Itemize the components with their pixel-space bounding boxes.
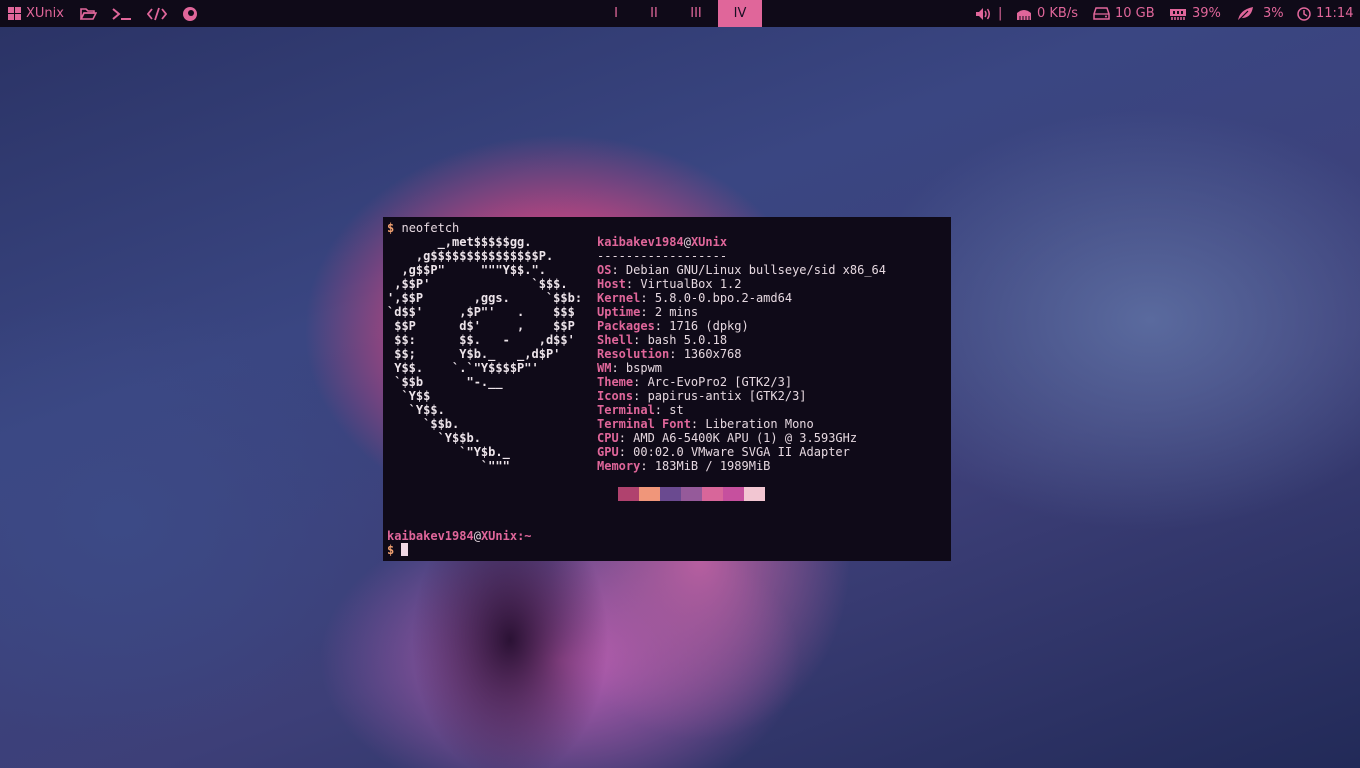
palette-swatch — [618, 487, 639, 501]
disk-free: 10 GB — [1115, 6, 1155, 21]
info-row: Kernel: 5.8.0-0.bpo.2-amd64 — [597, 291, 793, 305]
workspace-2[interactable]: II — [632, 0, 676, 27]
info-row: OS: Debian GNU/Linux bullseye/sid x86_64 — [597, 263, 886, 277]
ascii-line: `Y$$ — [387, 389, 431, 403]
palette-swatch — [681, 487, 702, 501]
hard-drive-icon — [1093, 7, 1110, 20]
start-menu-button[interactable]: XUnix — [8, 0, 64, 27]
volume-separator: | — [998, 6, 1003, 21]
ascii-line: $$: $$. - ,d$$' — [387, 333, 575, 347]
memory-chip-icon — [1170, 9, 1186, 20]
network-status: 0 KB/s — [1016, 0, 1078, 27]
info-row: Packages: 1716 (dpkg) — [597, 319, 749, 333]
palette-swatch — [723, 487, 744, 501]
memory-status: 39% — [1169, 0, 1221, 27]
info-row: GPU: 00:02.0 VMware SVGA II Adapter — [597, 445, 850, 459]
ascii-line: ,$$P' `$$$. — [387, 277, 568, 291]
cpu-status: 3% — [1236, 0, 1284, 27]
ascii-line: `""" — [387, 459, 510, 473]
palette-swatch — [744, 487, 765, 501]
clock[interactable]: 11:14 — [1297, 0, 1353, 27]
code-editor-button[interactable] — [147, 0, 167, 27]
command-line: $ neofetch — [387, 221, 459, 235]
palette-swatch — [702, 487, 723, 501]
folder-icon — [80, 7, 97, 20]
info-row: Shell: bash 5.0.18 — [597, 333, 728, 347]
prompt-line: kaibakev1984@XUnix:~ — [387, 529, 532, 543]
ascii-line: `Y$$. — [387, 403, 445, 417]
ascii-line: `$$b. — [387, 417, 460, 431]
terminal-button[interactable] — [112, 0, 132, 27]
volume-control[interactable]: | — [975, 0, 1002, 27]
ascii-line: $$; Y$b._ _,d$P' — [387, 347, 561, 361]
prompt-symbol: $ — [387, 221, 395, 235]
ascii-line: `$$b "-.__ — [387, 375, 503, 389]
info-row: Uptime: 2 mins — [597, 305, 699, 319]
workspace-3[interactable]: III — [674, 0, 718, 27]
cpu-usage: 3% — [1263, 6, 1284, 21]
ascii-line: `"Y$b._ — [387, 445, 510, 459]
terminal-icon — [112, 7, 131, 20]
info-row: Icons: papirus-antix [GTK2/3] — [597, 389, 807, 403]
username: kaibakev1984 — [597, 235, 684, 249]
input-line[interactable]: $ — [387, 543, 409, 557]
command-text: neofetch — [401, 221, 460, 235]
info-row: CPU: AMD A6-5400K APU (1) @ 3.593GHz — [597, 431, 858, 445]
firefox-icon — [183, 6, 197, 21]
info-row: Memory: 183MiB / 1989MiB — [597, 459, 771, 473]
info-row: Host: VirtualBox 1.2 — [597, 277, 742, 291]
clock-icon — [1297, 6, 1311, 21]
info-row: Terminal: st — [597, 403, 684, 417]
code-icon — [147, 7, 167, 20]
disk-status: 10 GB — [1093, 0, 1155, 27]
ascii-line: $$P d$' , $$P — [387, 319, 575, 333]
network-speed: 0 KB/s — [1037, 6, 1078, 21]
leaf-icon — [1237, 6, 1253, 21]
color-palette — [618, 487, 765, 501]
separator-line: ------------------ — [597, 249, 728, 263]
ascii-line: ,g$$$$$$$$$$$$$$$P. — [387, 249, 554, 263]
palette-swatch — [660, 487, 681, 501]
top-bar: XUnix I II III IV | 0 KB/s 10 GB 39% 3% … — [0, 0, 1360, 27]
prompt-path: ~ — [524, 529, 532, 543]
network-card-icon — [1017, 9, 1031, 20]
speaker-icon — [976, 7, 990, 20]
clock-time: 11:14 — [1316, 6, 1354, 21]
text-cursor — [401, 543, 409, 556]
info-row: Terminal Font: Liberation Mono — [597, 417, 814, 431]
ascii-line: Y$$. `.`"Y$$$$P"' — [387, 361, 539, 375]
workspace-4-active[interactable]: IV — [718, 0, 762, 27]
ascii-line: ',$$P ,ggs. `$$b: — [387, 291, 583, 305]
memory-usage: 39% — [1192, 6, 1221, 21]
terminal-window[interactable]: $ neofetch _,met$$$$$gg. ,g$$$$$$$$$$$$$… — [383, 217, 951, 561]
file-manager-button[interactable] — [80, 0, 97, 27]
windows-logo-icon — [8, 7, 21, 20]
browser-button[interactable] — [182, 0, 198, 27]
user-host-title: kaibakev1984@XUnix — [597, 235, 728, 249]
info-row: WM: bspwm — [597, 361, 663, 375]
info-row: Theme: Arc-EvoPro2 [GTK2/3] — [597, 375, 793, 389]
hostname: XUnix — [690, 235, 728, 249]
ascii-line: ,g$$P" """Y$$.". — [387, 263, 546, 277]
menu-label: XUnix — [26, 6, 64, 21]
ascii-line: `d$$' ,$P"' . $$$ — [387, 305, 575, 319]
info-row: Resolution: 1360x768 — [597, 347, 742, 361]
palette-swatch — [639, 487, 660, 501]
ascii-line: `Y$$b. — [387, 431, 481, 445]
ascii-line: _,met$$$$$gg. — [387, 235, 532, 249]
